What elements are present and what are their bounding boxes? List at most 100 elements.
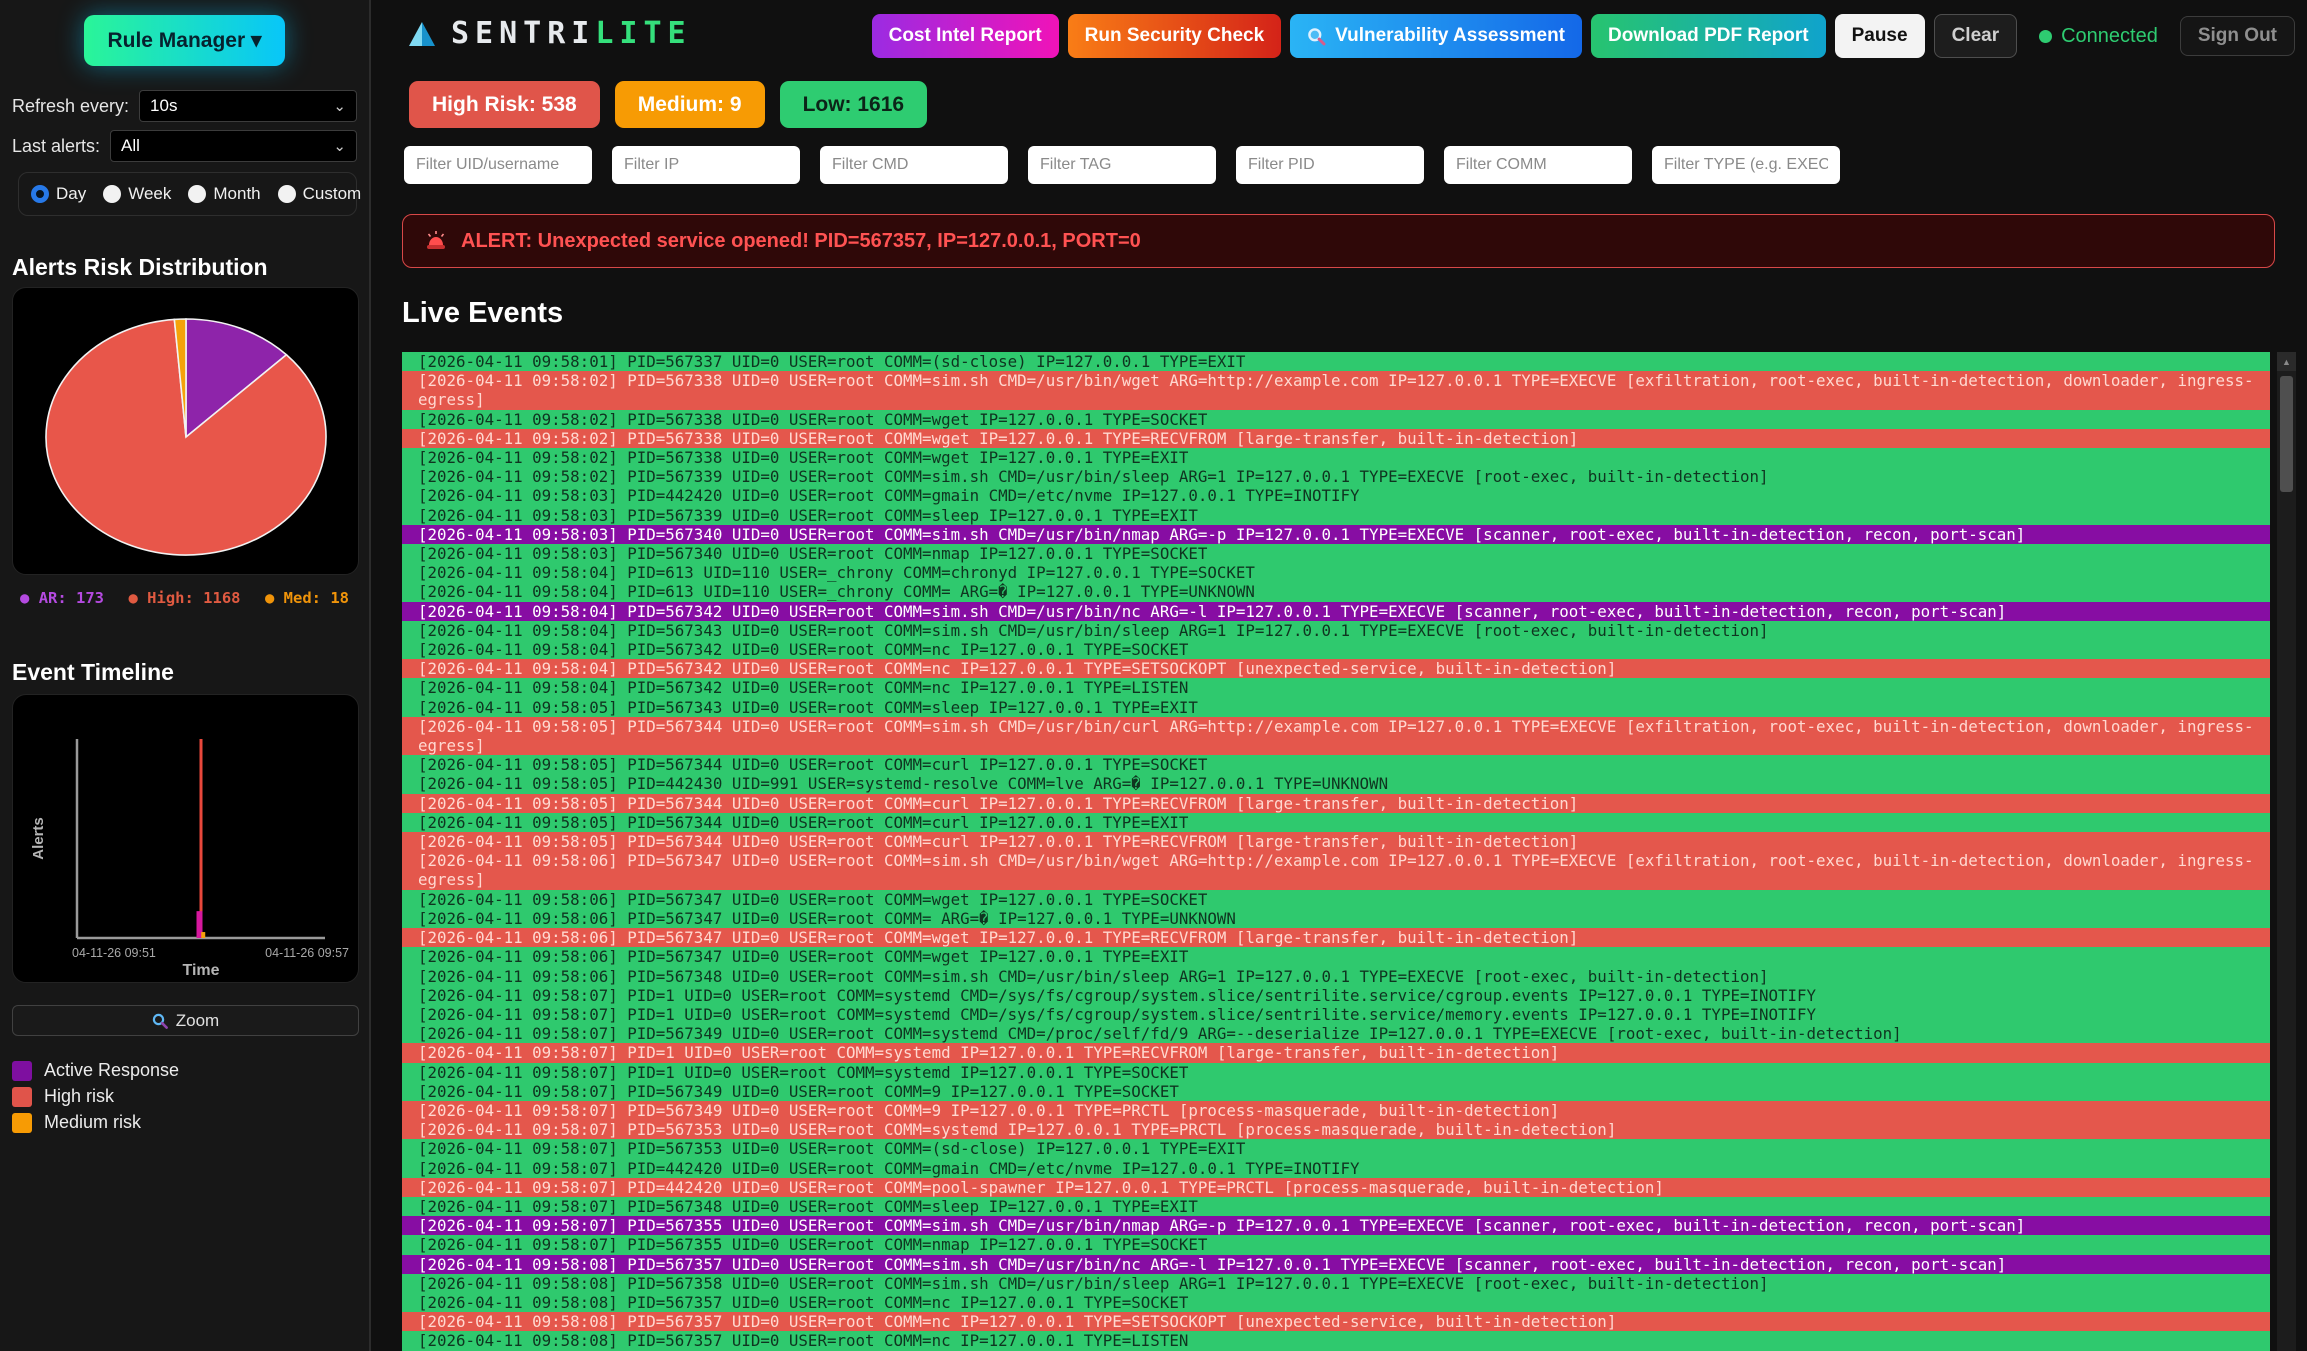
log-line: [2026-04-11 09:58:05] PID=567344 UID=0 U… <box>402 794 2270 813</box>
log-line: [2026-04-11 09:58:06] PID=567347 UID=0 U… <box>402 909 2270 928</box>
range-label: Month <box>213 184 260 204</box>
log-line: [2026-04-11 09:58:08] PID=567357 UID=0 U… <box>402 1293 2270 1312</box>
log-line: [2026-04-11 09:58:04] PID=613 UID=110 US… <box>402 582 2270 601</box>
legend-item: High risk <box>12 1086 357 1107</box>
log-line: [2026-04-11 09:58:01] PID=567337 UID=0 U… <box>402 352 2270 371</box>
legend-item: Active Response <box>12 1060 357 1081</box>
log-line: [2026-04-11 09:58:07] PID=567355 UID=0 U… <box>402 1235 2270 1254</box>
pie-legend-item: ● High: 1168 <box>128 589 240 607</box>
magnifier-icon <box>1307 27 1326 46</box>
log-line: [2026-04-11 09:58:07] PID=1 UID=0 USER=r… <box>402 1005 2270 1024</box>
chevron-down-icon: ⌄ <box>333 99 346 114</box>
app-logo: SENTRILITE <box>406 16 692 51</box>
filter-input[interactable] <box>404 146 592 184</box>
risk-distribution-heading: Alerts Risk Distribution <box>12 254 357 281</box>
log-line: [2026-04-11 09:58:05] PID=442430 UID=991… <box>402 774 2270 793</box>
zoom-button[interactable]: Zoom <box>12 1005 359 1036</box>
legend-swatch-icon <box>12 1087 32 1107</box>
range-label: Custom <box>303 184 362 204</box>
legend-bullet-icon: ● <box>265 589 274 607</box>
run-security-check-button[interactable]: Run Security Check <box>1068 14 1282 58</box>
log-line: [2026-04-11 09:58:07] PID=567348 UID=0 U… <box>402 1197 2270 1216</box>
filter-input[interactable] <box>820 146 1008 184</box>
sidebar: Rule Manager ▾ Refresh every: 10s ⌄ Last… <box>0 0 371 1351</box>
log-line: [2026-04-11 09:58:07] PID=567355 UID=0 U… <box>402 1216 2270 1235</box>
range-radio[interactable]: Week <box>103 184 171 204</box>
radio-icon <box>103 185 121 203</box>
log-line: [2026-04-11 09:58:04] PID=567342 UID=0 U… <box>402 678 2270 697</box>
filter-input[interactable] <box>612 146 800 184</box>
date-range-group: Day Week Month Custom <box>18 172 357 216</box>
header-actions: Cost Intel Report Run Security Check Vul… <box>872 14 2295 58</box>
log-line: [2026-04-11 09:58:07] PID=567349 UID=0 U… <box>402 1024 2270 1043</box>
svg-text:Alerts: Alerts <box>30 817 47 860</box>
event-timeline-chart: 04-11-26 09:5104-11-26 09:57TimeAlerts <box>12 694 359 983</box>
pie-chart-svg <box>13 288 358 574</box>
last-alerts-select[interactable]: All ⌄ <box>110 130 357 162</box>
log-line: [2026-04-11 09:58:06] PID=567347 UID=0 U… <box>402 947 2270 966</box>
log-line: [2026-04-11 09:58:06] PID=567347 UID=0 U… <box>402 928 2270 947</box>
log-line: [2026-04-11 09:58:06] PID=567347 UID=0 U… <box>402 890 2270 909</box>
log-line: [2026-04-11 09:58:04] PID=567342 UID=0 U… <box>402 659 2270 678</box>
live-events-log[interactable]: [2026-04-11 09:58:01] PID=567337 UID=0 U… <box>402 352 2270 1351</box>
filter-input[interactable] <box>1028 146 1216 184</box>
alert-text: ALERT: Unexpected service opened! PID=56… <box>461 230 1141 253</box>
log-line: [2026-04-11 09:58:05] PID=567344 UID=0 U… <box>402 755 2270 774</box>
legend-bullet-icon: ● <box>20 589 29 607</box>
zoom-button-label: Zoom <box>176 1011 219 1031</box>
download-pdf-report-button[interactable]: Download PDF Report <box>1591 14 1826 58</box>
siren-icon <box>424 230 448 252</box>
scroll-up-button[interactable]: ▲ <box>2277 352 2296 371</box>
range-radio[interactable]: Month <box>188 184 260 204</box>
cost-intel-report-button[interactable]: Cost Intel Report <box>872 14 1059 58</box>
range-label: Day <box>56 184 86 204</box>
refresh-row: Refresh every: 10s ⌄ <box>12 90 357 122</box>
timeline-chart-svg: 04-11-26 09:5104-11-26 09:57TimeAlerts <box>13 695 358 982</box>
log-line: [2026-04-11 09:58:08] PID=567357 UID=0 U… <box>402 1331 2270 1350</box>
log-line: [2026-04-11 09:58:08] PID=567357 UID=0 U… <box>402 1255 2270 1274</box>
log-line: [2026-04-11 09:58:03] PID=567340 UID=0 U… <box>402 525 2270 544</box>
live-events-heading: Live Events <box>402 297 563 330</box>
pie-legend: ● AR: 173 ● High: 1168 ● Med: 18 <box>12 589 357 607</box>
pie-legend-label: AR: 173 <box>39 589 104 607</box>
log-scrollbar[interactable]: ▲ <box>2277 352 2296 1351</box>
filter-input[interactable] <box>1236 146 1424 184</box>
log-line: [2026-04-11 09:58:08] PID=567357 UID=0 U… <box>402 1312 2270 1331</box>
pie-legend-label: Med: 18 <box>284 589 349 607</box>
vulnerability-assessment-button[interactable]: Vulnerability Assessment <box>1290 14 1582 58</box>
clear-button[interactable]: Clear <box>1934 14 2018 58</box>
log-line: [2026-04-11 09:58:08] PID=567358 UID=0 U… <box>402 1274 2270 1293</box>
log-line: [2026-04-11 09:58:06] PID=567347 UID=0 U… <box>402 851 2270 889</box>
connected-label: Connected <box>2061 25 2158 48</box>
sign-out-button[interactable]: Sign Out <box>2180 16 2295 56</box>
risk-pie-chart <box>12 287 359 575</box>
legend-item: Medium risk <box>12 1112 357 1133</box>
scrollbar-thumb[interactable] <box>2280 376 2293 492</box>
radio-icon <box>31 185 49 203</box>
event-timeline-heading: Event Timeline <box>12 659 357 686</box>
log-line: [2026-04-11 09:58:02] PID=567338 UID=0 U… <box>402 448 2270 467</box>
pie-legend-item: ● Med: 18 <box>265 589 349 607</box>
rule-manager-button[interactable]: Rule Manager ▾ <box>84 15 285 66</box>
range-radio[interactable]: Day <box>31 184 86 204</box>
legend-bullet-icon: ● <box>128 589 137 607</box>
connection-status: Connected <box>2039 25 2158 48</box>
radio-icon <box>278 185 296 203</box>
risk-badge: High Risk: 538 <box>409 81 600 128</box>
log-line: [2026-04-11 09:58:03] PID=567339 UID=0 U… <box>402 506 2270 525</box>
log-line: [2026-04-11 09:58:07] PID=1 UID=0 USER=r… <box>402 1063 2270 1082</box>
log-line: [2026-04-11 09:58:06] PID=567348 UID=0 U… <box>402 967 2270 986</box>
vulnerability-assessment-label: Vulnerability Assessment <box>1335 25 1565 47</box>
log-line: [2026-04-11 09:58:07] PID=567353 UID=0 U… <box>402 1120 2270 1139</box>
log-line: [2026-04-11 09:58:03] PID=442420 UID=0 U… <box>402 486 2270 505</box>
filter-input[interactable] <box>1652 146 1840 184</box>
filter-input[interactable] <box>1444 146 1632 184</box>
refresh-select[interactable]: 10s ⌄ <box>139 90 357 122</box>
risk-badge: Medium: 9 <box>615 81 765 128</box>
magnifier-icon <box>152 1013 168 1029</box>
range-radio[interactable]: Custom <box>278 184 362 204</box>
brand-text: SENTRILITE <box>451 16 692 51</box>
log-line: [2026-04-11 09:58:02] PID=567339 UID=0 U… <box>402 467 2270 486</box>
pause-button[interactable]: Pause <box>1835 14 1925 58</box>
radio-icon <box>188 185 206 203</box>
